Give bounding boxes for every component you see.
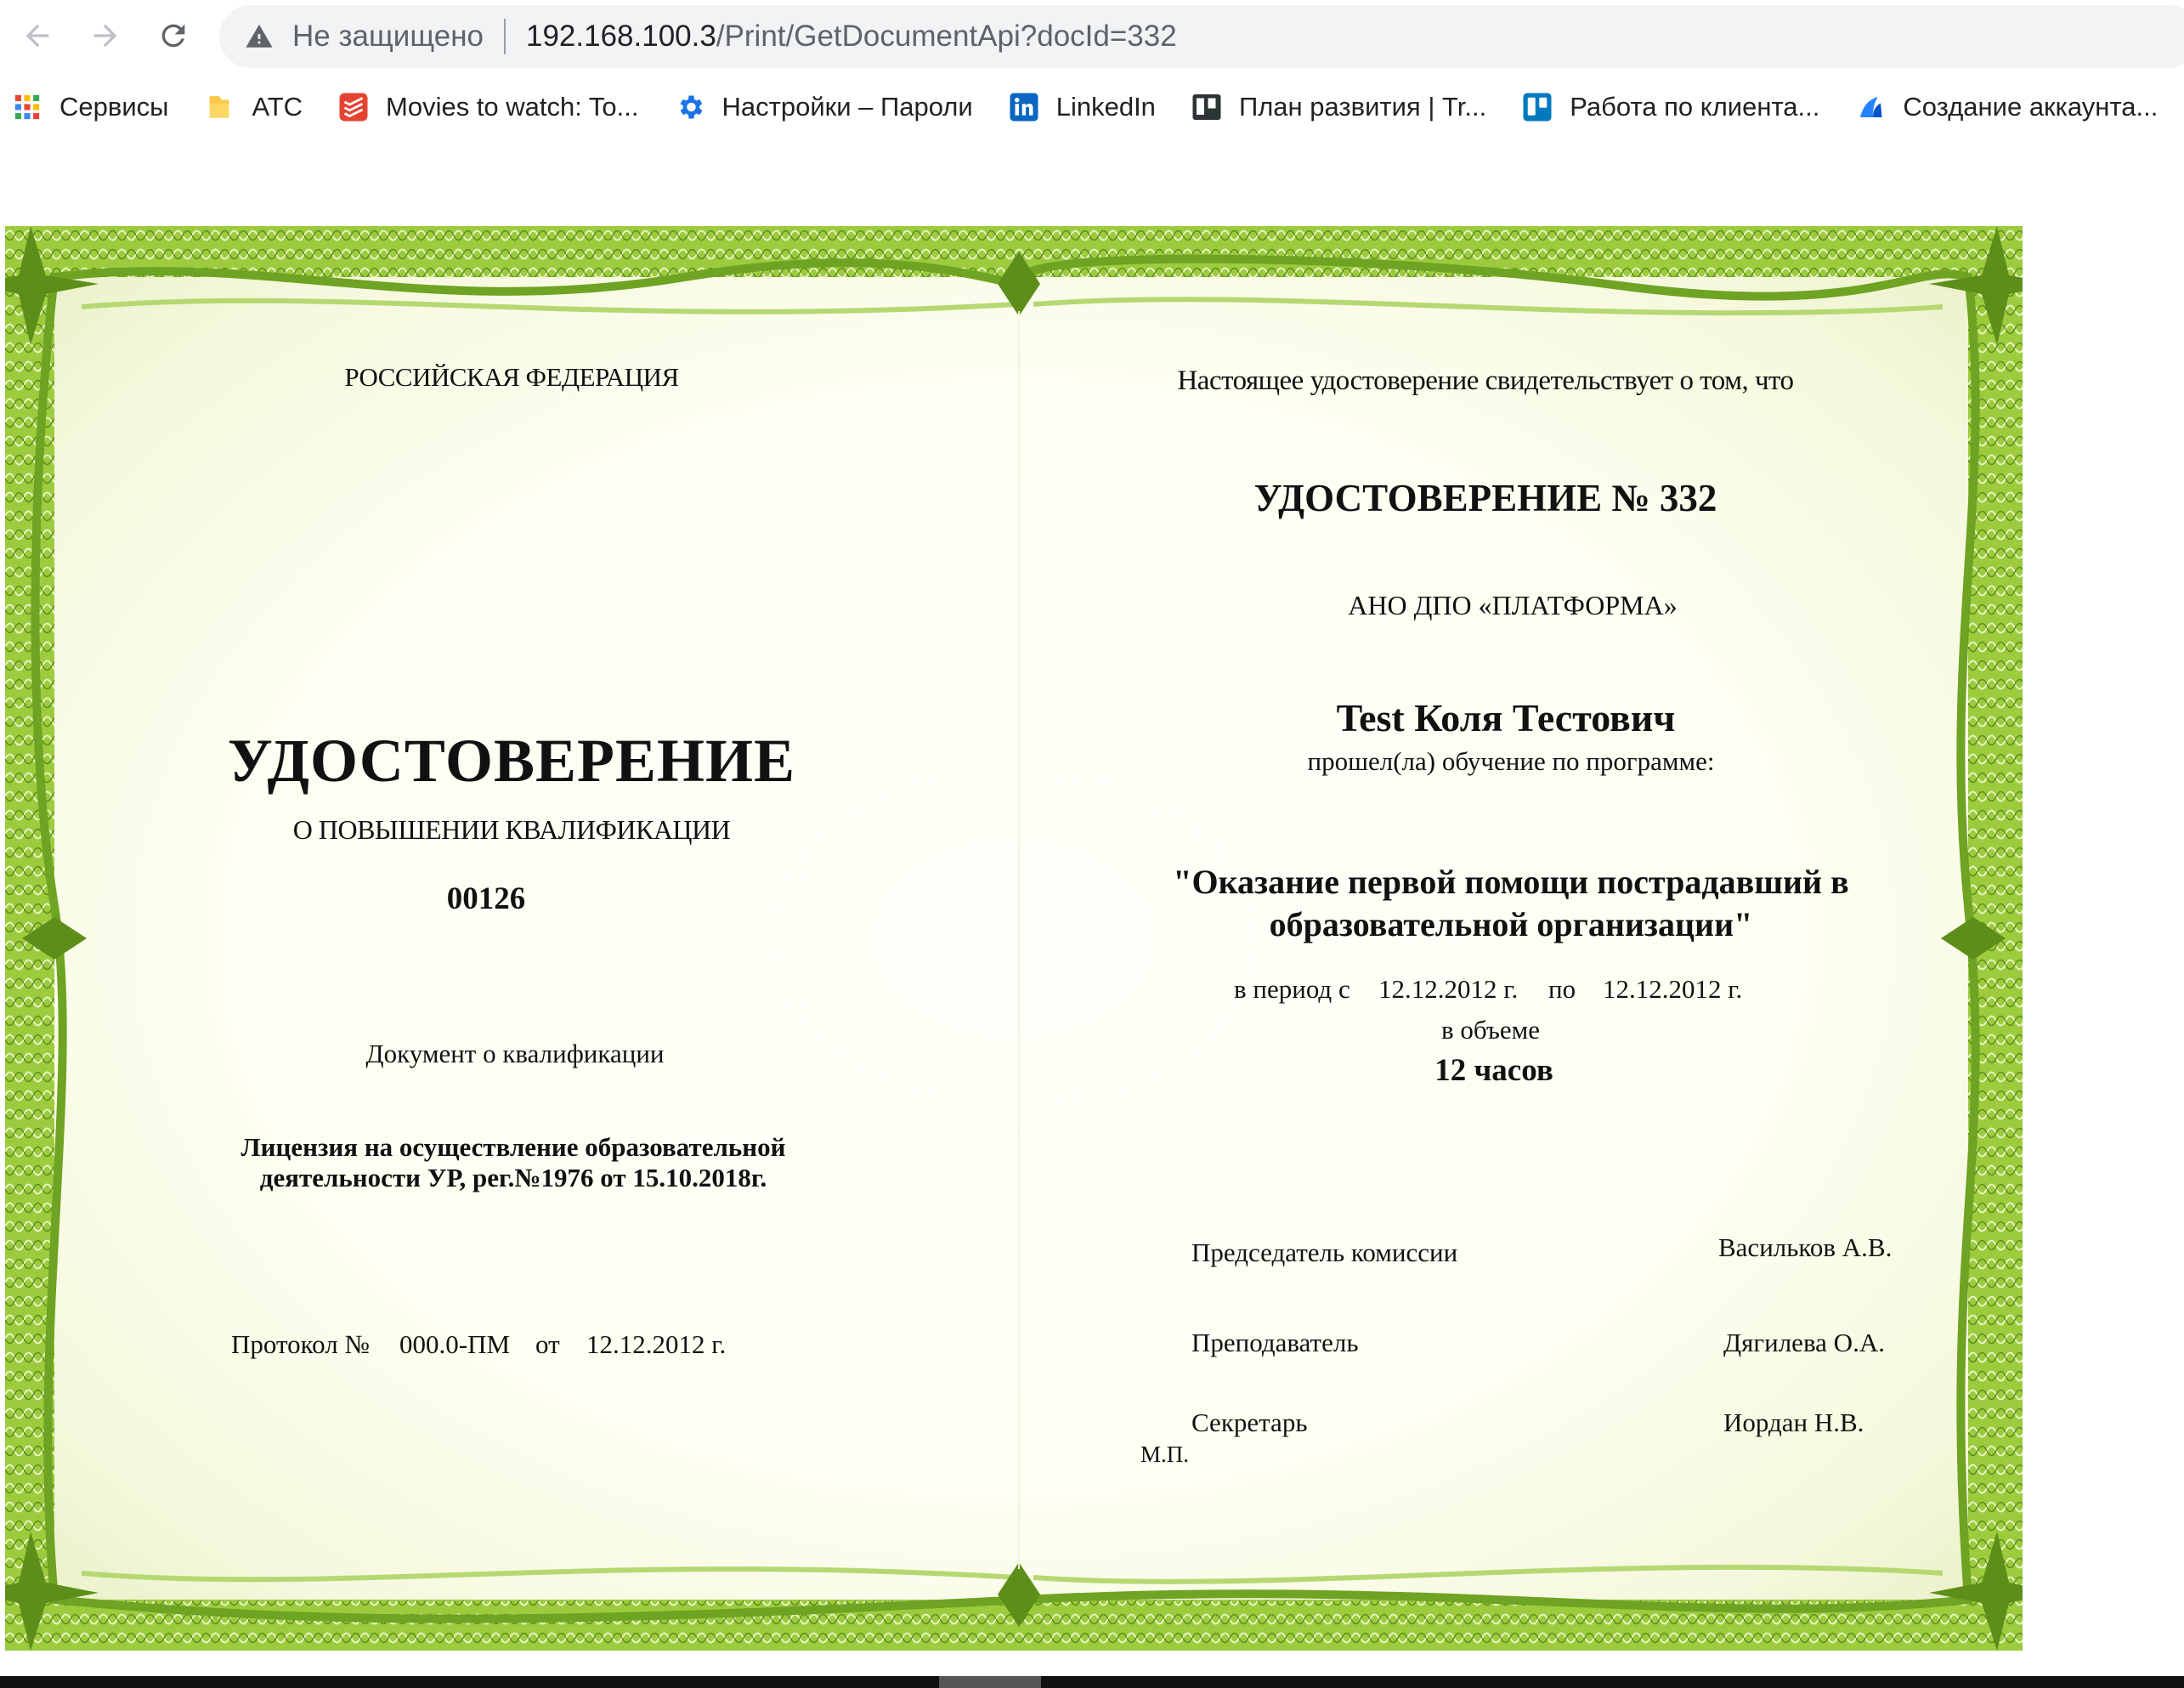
scrollbar-thumb[interactable] (939, 1676, 1041, 1688)
license-line-2: деятельности УР, рег.№1976 от 15.10.2018… (259, 1163, 767, 1192)
secretary-name: Иордан Н.В. (1723, 1408, 1864, 1437)
url-text[interactable]: 192.168.100.3/Print/GetDocumentApi?docId… (526, 20, 1177, 54)
reload-icon (161, 24, 185, 48)
reload-button[interactable] (148, 10, 199, 61)
protocol-date: 12.12.2012 г. (586, 1329, 727, 1359)
url-host: 192.168.100.3 (526, 20, 716, 53)
bookmark-dev-plan[interactable]: План развития | Tr... (1180, 84, 1498, 130)
program-line-1: "Оказание первой помощи пострадавший в (1173, 863, 1849, 901)
bookmark-label: Работа по клиента... (1570, 92, 1820, 122)
browser-toolbar: Не защищено 192.168.100.3/Print/GetDocum… (0, 0, 2184, 73)
apps-grid-icon (12, 92, 42, 122)
teacher-role: Преподаватель (1191, 1328, 1359, 1357)
certificate-title: УДОСТОВЕРЕНИЕ (227, 727, 796, 795)
stamp-placeholder: М.П. (1140, 1442, 1190, 1467)
horizontal-scrollbar[interactable] (0, 1676, 2184, 1688)
address-bar[interactable]: Не защищено 192.168.100.3/Print/GetDocum… (219, 5, 2184, 68)
country-heading: РОССИЙСКАЯ ФЕДЕРАЦИЯ (344, 362, 679, 392)
bookmark-label: Movies to watch: To... (386, 92, 639, 122)
bookmarks-bar: Сервисы АТС Movies to watch: To... Настр… (0, 82, 2184, 133)
certificate-number: 00126 (446, 881, 526, 916)
chairman-name: Васильков А.В. (1718, 1232, 1893, 1262)
back-button[interactable] (12, 10, 63, 61)
bookmark-label: План развития | Tr... (1238, 92, 1487, 122)
omnibox-divider (504, 19, 506, 54)
bookmark-clients[interactable]: Работа по клиента... (1510, 84, 1831, 130)
date-to: 12.12.2012 г. (1603, 974, 1743, 1004)
bookmark-label: Создание аккаунта... (1903, 92, 2159, 122)
trello-icon (1522, 92, 1553, 122)
person-name: Test Коля Тестович (1336, 696, 1676, 739)
completed-text: прошел(ла) обучение по программе: (1307, 746, 1715, 776)
atlassian-icon (1855, 92, 1886, 122)
bookmark-label: Сервисы (59, 92, 169, 122)
bookmark-create-account[interactable]: Создание аккаунта... (1843, 84, 2170, 130)
warning-icon[interactable] (245, 22, 274, 51)
document-type: Документ о квалификации (365, 1039, 665, 1068)
period-label: в период с (1234, 974, 1350, 1004)
arrow-left-icon (25, 24, 49, 48)
folder-icon (204, 92, 235, 122)
forward-button[interactable] (80, 10, 131, 61)
intro-text: Настоящее удостоверение свидетельствует … (1177, 365, 1794, 396)
bookmark-label: LinkedIn (1055, 92, 1156, 122)
bookmark-services[interactable]: Сервисы (0, 84, 180, 130)
certificate-title-number: УДОСТОВЕРЕНИЕ № 332 (1253, 477, 1717, 519)
secretary-role: Секретарь (1191, 1408, 1308, 1437)
url-path: /Print/GetDocumentApi?docId=332 (716, 20, 1177, 53)
bookmark-label: Настройки – Пароли (721, 92, 973, 122)
bookmark-movies[interactable]: Movies to watch: To... (326, 84, 651, 130)
protocol-from: от (535, 1329, 560, 1359)
teacher-name: Дягилева О.А. (1723, 1328, 1885, 1357)
protocol-number: 000.0-ПМ (399, 1329, 511, 1359)
date-from: 12.12.2012 г. (1378, 974, 1519, 1004)
security-label[interactable]: Не защищено (292, 20, 484, 54)
bookmark-label: АТС (252, 92, 303, 122)
license-line-1: Лицензия на осуществление образовательно… (240, 1132, 786, 1162)
bookmark-linkedin[interactable]: LinkedIn (997, 84, 1168, 130)
linkedin-icon (1009, 92, 1039, 122)
volume-label: в объеме (1440, 1015, 1541, 1045)
program-line-2: образовательной организации" (1269, 905, 1753, 943)
trello-board-icon (1191, 92, 1222, 122)
hours-value: 12 часов (1434, 1053, 1553, 1088)
protocol-label: Протокол № (231, 1329, 370, 1359)
certificate-subtitle: О ПОВЫШЕНИИ КВАЛИФИКАЦИИ (292, 814, 731, 845)
gear-icon (675, 92, 705, 122)
organization-name: АНО ДПО «ПЛАТФОРМА» (1348, 590, 1678, 620)
todoist-icon (338, 92, 369, 122)
chairman-role: Председатель комиссии (1191, 1238, 1458, 1267)
period-to: по (1548, 974, 1576, 1004)
bookmark-ats[interactable]: АТС (192, 84, 314, 130)
arrow-right-icon (93, 24, 117, 48)
bookmark-passwords[interactable]: Настройки – Пароли (663, 84, 985, 130)
certificate-document: РОССИЙСКАЯ ФЕДЕРАЦИЯ УДОСТОВЕРЕНИЕ О ПОВ… (5, 226, 2023, 1651)
